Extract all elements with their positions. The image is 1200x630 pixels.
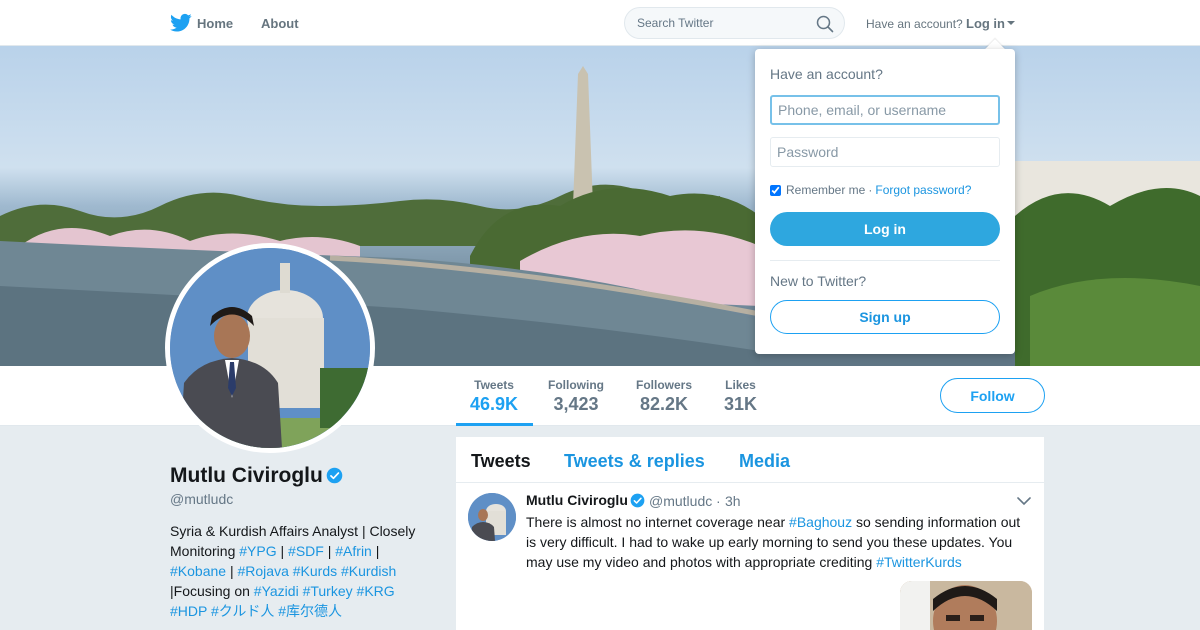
remember-me-row: Remember me · Forgot password?	[770, 183, 971, 197]
caret-down-icon[interactable]	[1007, 21, 1015, 25]
tab-tweets-replies[interactable]: Tweets & replies	[564, 451, 705, 472]
bio-hashtag-link[interactable]: #Kurds	[293, 563, 337, 579]
bio-hashtag-link[interactable]: #クルド人	[211, 603, 274, 619]
search-box[interactable]	[624, 7, 845, 39]
verified-badge-icon	[630, 493, 645, 508]
stat-following-value: 3,423	[553, 394, 599, 414]
profile-bio: Syria & Kurdish Affairs Analyst | Closel…	[170, 521, 435, 621]
nav-about-link[interactable]: About	[261, 16, 299, 31]
top-navigation-bar: Home About Have an account? Log in	[0, 0, 1200, 46]
stat-likes[interactable]: Likes 31K	[724, 378, 757, 415]
stat-followers[interactable]: Followers 82.2K	[636, 378, 692, 415]
bio-text-segment: |	[226, 563, 238, 579]
stat-followers-value: 82.2K	[639, 394, 689, 414]
profile-name[interactable]: Mutlu Civiroglu	[170, 464, 323, 488]
follow-button[interactable]: Follow	[940, 378, 1045, 413]
bio-hashtag-link[interactable]: #Turkey	[303, 583, 353, 599]
tweet-media-photo[interactable]	[900, 581, 1032, 630]
tweet-meta-separator: ·	[716, 493, 721, 509]
tweet-author-avatar[interactable]	[468, 493, 516, 541]
have-account-text: Have an account?	[866, 17, 963, 31]
stat-tweets-label: Tweets	[474, 378, 514, 392]
bio-hashtag-link[interactable]: #Kurdish	[341, 563, 396, 579]
bio-hashtag-link[interactable]: #库尔德人	[278, 603, 342, 619]
new-to-twitter-text: New to Twitter?	[770, 273, 867, 289]
tab-tweets[interactable]: Tweets	[471, 451, 531, 472]
dropdown-divider	[770, 260, 1000, 261]
tweet-photo-image	[900, 581, 1032, 630]
forgot-password-link[interactable]: Forgot password?	[875, 183, 971, 197]
login-dropdown: Have an account? Remember me · Forgot pa…	[755, 49, 1015, 354]
tweet-item[interactable]: Mutlu Civiroglu @mutludc · 3h There is a…	[456, 483, 1044, 630]
magnifier-icon[interactable]	[816, 15, 834, 33]
tweet-text: There is almost no internet coverage nea…	[526, 512, 1032, 572]
tweet-text-segment: There is almost no internet coverage nea…	[526, 514, 790, 530]
login-button[interactable]: Log in	[770, 212, 1000, 246]
verified-badge-icon	[326, 467, 343, 484]
stat-tweets-value: 46.9K	[470, 394, 519, 414]
bio-hashtag-link[interactable]: #YPG	[239, 543, 276, 559]
bio-text-segment: |	[371, 543, 380, 559]
timeline: Tweets Tweets & replies Media Mutlu Civi…	[456, 437, 1044, 630]
profile-avatar[interactable]	[165, 243, 375, 453]
bio-text-segment: |Focusing on	[170, 583, 254, 599]
nav-home-link[interactable]: Home	[197, 16, 233, 31]
timeline-tabs: Tweets Tweets & replies Media	[456, 437, 1044, 483]
bio-hashtag-link[interactable]: #Kobane	[170, 563, 226, 579]
bio-hashtag-link[interactable]: #Afrin	[335, 543, 372, 559]
tweet-avatar-photo	[468, 493, 516, 541]
stat-likes-value: 31K	[724, 394, 758, 414]
tweet-hashtag-link[interactable]: #TwitterKurds	[876, 554, 962, 570]
username-field[interactable]	[770, 95, 1000, 125]
tweet-author-handle[interactable]: @mutludc	[649, 493, 712, 509]
stat-followers-label: Followers	[636, 378, 693, 392]
bio-text-segment: |	[276, 543, 289, 559]
avatar-photo	[170, 248, 370, 448]
tweet-author-name[interactable]: Mutlu Civiroglu	[526, 492, 628, 508]
remember-me-checkbox[interactable]	[770, 184, 781, 196]
active-stat-underline	[456, 423, 533, 426]
bio-hashtag-link[interactable]: #Yazidi	[254, 583, 299, 599]
chevron-down-icon[interactable]	[1017, 496, 1031, 506]
twitter-bird-icon[interactable]	[170, 13, 192, 33]
bio-hashtag-link[interactable]: #KRG	[357, 583, 395, 599]
bio-text-segment: |	[323, 543, 336, 559]
bio-hashtag-link[interactable]: #SDF	[288, 543, 324, 559]
profile-handle[interactable]: @mutludc	[170, 491, 233, 507]
stat-following-label: Following	[548, 378, 604, 392]
tweet-timestamp[interactable]: 3h	[725, 493, 741, 509]
password-field[interactable]	[770, 137, 1000, 167]
stat-likes-label: Likes	[725, 378, 756, 392]
tab-media[interactable]: Media	[739, 451, 790, 472]
stat-following[interactable]: Following 3,423	[548, 378, 604, 415]
bio-hashtag-link[interactable]: #HDP	[170, 603, 207, 619]
remember-separator: ·	[868, 183, 873, 197]
tweet-hashtag-link[interactable]: #Baghouz	[789, 514, 852, 530]
login-menu-toggle[interactable]: Log in	[966, 16, 1005, 31]
remember-me-label[interactable]: Remember me	[786, 183, 865, 197]
dropdown-title: Have an account?	[770, 66, 883, 82]
search-input[interactable]	[637, 16, 807, 30]
signup-button[interactable]: Sign up	[770, 300, 1000, 334]
bio-hashtag-link[interactable]: #Rojava	[237, 563, 288, 579]
stat-tweets[interactable]: Tweets 46.9K	[470, 378, 518, 415]
